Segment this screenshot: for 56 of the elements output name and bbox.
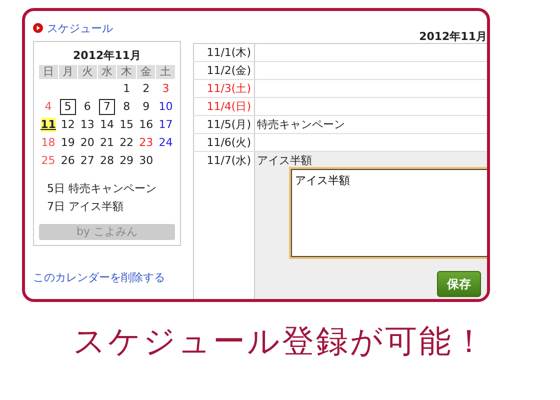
event-entry: 7日 アイス半額 — [47, 199, 124, 214]
calendar-day[interactable]: 12 — [60, 118, 75, 132]
calendar-day[interactable]: 20 — [80, 136, 94, 150]
calendar-day[interactable]: 18 — [41, 136, 56, 150]
calendar-day[interactable]: 8 — [120, 100, 134, 114]
date-cell[interactable]: 11/4(日) — [193, 98, 255, 115]
calendar-day[interactable]: 30 — [139, 154, 154, 168]
date-cell[interactable]: 11/1(木) — [193, 44, 255, 61]
calendar-day[interactable]: 6 — [80, 100, 94, 114]
calendar-day[interactable]: 1 — [120, 82, 134, 96]
calendar-day[interactable]: 3 — [158, 82, 173, 96]
calendar-day[interactable]: 26 — [60, 154, 75, 168]
delete-calendar-link[interactable]: このカレンダーを削除する — [33, 270, 193, 285]
calendar-day[interactable]: 27 — [80, 154, 94, 168]
calendar-day[interactable]: 4 — [41, 100, 56, 114]
date-cell[interactable]: 11/3(土) — [193, 80, 255, 97]
calendar-day[interactable]: 11 — [40, 118, 56, 132]
save-button[interactable]: 保存 — [437, 271, 481, 297]
date-cell[interactable]: 11/7(水) — [193, 152, 255, 299]
weekday-header: 日 — [39, 65, 58, 79]
calendar-day[interactable]: 2 — [139, 82, 154, 96]
calendar-day[interactable]: 17 — [158, 118, 173, 132]
calendar-day[interactable]: 15 — [120, 118, 134, 132]
calendar-day[interactable]: 21 — [100, 136, 114, 150]
calendar-day[interactable]: 16 — [139, 118, 154, 132]
calendar-title: 2012年11月 — [72, 48, 142, 63]
calendar-day[interactable]: 22 — [120, 136, 134, 150]
weekday-header: 土 — [156, 65, 175, 79]
date-cell[interactable]: 11/6(火) — [193, 134, 255, 151]
date-cell[interactable]: 11/2(金) — [193, 62, 255, 79]
calendar-day[interactable]: 10 — [158, 100, 173, 114]
weekday-header: 月 — [58, 65, 78, 79]
weekday-header: 火 — [78, 65, 97, 79]
event-input-field[interactable]: アイス半額 — [291, 169, 487, 257]
calendar-day[interactable]: 7 — [98, 99, 115, 115]
date-cell[interactable]: 11/5(月) — [193, 116, 255, 133]
event-text: 特売キャンペーン — [257, 118, 345, 131]
month-title: 2012年11月 — [418, 29, 487, 43]
calendar-day[interactable]: 19 — [60, 136, 75, 150]
schedule-link[interactable]: スケジュール — [47, 20, 113, 36]
calendar-day[interactable]: 9 — [139, 100, 154, 114]
calendar-day[interactable]: 23 — [139, 136, 154, 150]
weekday-header: 水 — [98, 65, 116, 79]
calendar-day[interactable]: 28 — [100, 154, 114, 168]
calendar-day[interactable]: 14 — [100, 118, 114, 132]
weekday-header: 金 — [136, 65, 156, 79]
calendar-day[interactable]: 13 — [80, 118, 94, 132]
calendar-day[interactable]: 25 — [41, 154, 56, 168]
event-text: アイス半額 — [257, 153, 313, 169]
calendar-day[interactable]: 5 — [60, 99, 76, 115]
calendar-day[interactable]: 29 — [120, 154, 134, 168]
calendar-day[interactable]: 24 — [158, 136, 173, 150]
event-entry: 5日 特売キャンペーン — [47, 181, 158, 196]
weekday-header: 木 — [117, 65, 136, 79]
play-icon — [33, 23, 43, 33]
caption-text: スケジュール登録が可能！ — [72, 321, 488, 362]
